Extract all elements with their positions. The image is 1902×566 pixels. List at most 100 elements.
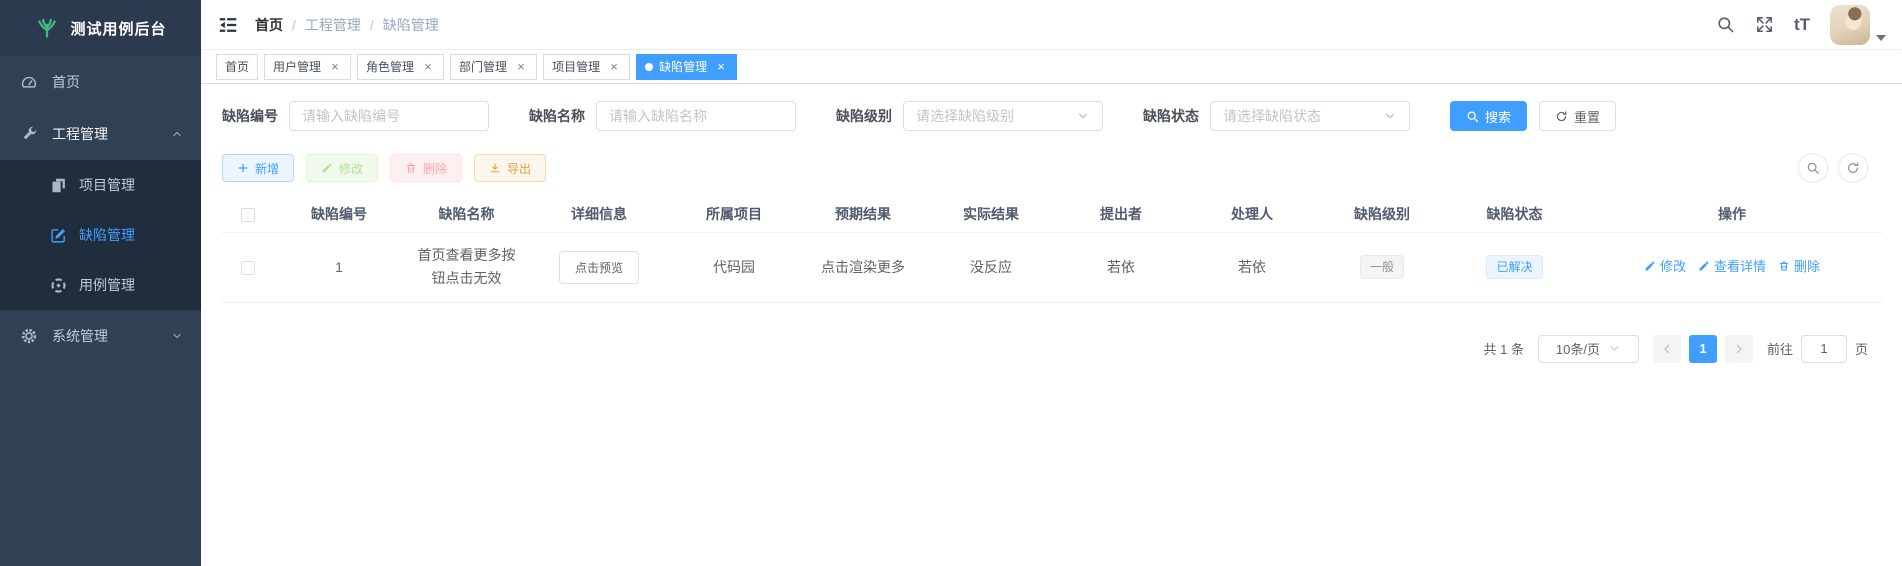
table-header-row: 缺陷编号 缺陷名称 详细信息 所属项目 预期结果 实际结果 提出者 处理人 缺陷… [222,196,1882,233]
page-unit-label: 页 [1854,342,1868,357]
tab-label: 缺陷管理 [659,60,708,74]
tab-label: 角色管理 [366,60,415,74]
sidebar-fold-icon[interactable] [217,14,239,36]
cell-actual: 没反应 [927,232,1055,303]
chevron-right-icon [1736,344,1742,353]
page-number-button[interactable]: 1 [1688,334,1717,363]
column-header: 详细信息 [529,196,669,233]
page-size-select[interactable]: 10条/页 [1537,334,1639,363]
defect-name-text: 首页查看更多按钮点击无效 [417,247,516,286]
sidebar-item-home[interactable]: 首页 [0,56,201,108]
search-icon [1807,162,1819,174]
plant-logo-icon [38,18,57,38]
close-icon[interactable] [421,60,435,74]
next-page-button[interactable] [1724,334,1753,363]
add-button[interactable]: 新增 [222,154,295,182]
refresh-icon [1848,162,1859,173]
sidebar-item-label: 首页 [52,74,80,90]
font-size-icon[interactable]: tT [1794,16,1810,33]
breadcrumb-item-home[interactable]: 首页 [255,15,283,35]
link-label: 删除 [1794,258,1821,274]
close-icon[interactable] [607,60,621,74]
sidebar-item-system[interactable]: 系统管理 [0,310,201,362]
breadcrumb-separator: / [369,16,374,33]
sidebar-item-engineering[interactable]: 工程管理 [0,108,201,160]
delete-button[interactable]: 删除 [390,154,463,182]
column-header: 缺陷级别 [1317,196,1447,233]
tab-dept-mgmt[interactable]: 部门管理 [450,53,538,80]
table-row: 1 首页查看更多按钮点击无效 点击预览 代码园 点击渲染更多 没反应 若依 若依… [222,232,1882,303]
button-label: 导出 [507,161,532,176]
reset-button[interactable]: 重置 [1539,101,1617,131]
navbar-actions: tT [1716,4,1886,45]
app-title: 测试用例后台 [70,20,167,38]
user-menu[interactable] [1830,4,1886,45]
select-all-checkbox[interactable] [241,207,255,222]
tab-project-mgmt[interactable]: 项目管理 [543,53,631,80]
pager: 1 [1652,334,1753,363]
sidebar-item-project[interactable]: 项目管理 [0,160,201,210]
button-label: 搜索 [1485,109,1512,125]
close-icon[interactable] [328,60,342,74]
active-dot [645,62,654,71]
sidebar-item-defect[interactable]: 缺陷管理 [0,210,201,260]
row-checkbox[interactable] [241,260,255,275]
column-header: 缺陷状态 [1447,196,1582,233]
toolbar-right-actions [1798,153,1882,183]
tab-label: 项目管理 [552,60,601,74]
toggle-search-button[interactable] [1798,153,1828,183]
tool-icon [23,126,37,140]
sidebar-item-label: 工程管理 [52,126,108,142]
copy-document-icon [52,178,65,192]
cell-expected: 点击渲染更多 [799,232,927,303]
tab-home[interactable]: 首页 [216,53,259,80]
button-label: 删除 [423,161,448,176]
tab-role-mgmt[interactable]: 角色管理 [357,53,445,80]
chevron-down-icon [1610,346,1619,351]
fullscreen-icon[interactable] [1755,15,1774,34]
edit-button[interactable]: 修改 [306,154,379,182]
row-delete-link[interactable]: 删除 [1778,255,1820,278]
page-content: 缺陷编号 缺陷名称 缺陷级别 请选择缺陷级别 缺陷状态 [201,84,1902,566]
tab-user-mgmt[interactable]: 用户管理 [264,53,352,80]
tags-view-bar: 首页 用户管理 角色管理 部门管理 项目管理 缺陷管理 [201,50,1902,84]
row-view-detail-link[interactable]: 查看详情 [1698,255,1766,278]
sidebar-item-testcase[interactable]: 用例管理 [0,260,201,310]
close-icon[interactable] [514,60,528,74]
column-header: 缺陷编号 [274,196,404,233]
navbar: 首页 / 工程管理 / 缺陷管理 tT [201,0,1902,50]
guide-icon [51,277,66,293]
search-button[interactable]: 搜索 [1450,101,1528,131]
close-icon[interactable] [714,60,728,74]
tab-label: 用户管理 [273,60,322,74]
column-header: 所属项目 [669,196,799,233]
avatar[interactable] [1830,4,1870,45]
column-header: 操作 [1582,196,1882,233]
breadcrumb: 首页 / 工程管理 / 缺陷管理 [255,15,439,35]
preview-button[interactable]: 点击预览 [558,250,639,284]
page-size-value: 10条/页 [1555,342,1600,357]
refresh-table-button[interactable] [1838,153,1868,183]
defect-level-select[interactable]: 请选择缺陷级别 [903,101,1103,131]
button-label: 重置 [1574,109,1601,125]
gear-icon [21,328,37,344]
search-icon[interactable] [1716,15,1735,34]
filter-form: 缺陷编号 缺陷名称 缺陷级别 请选择缺陷级别 缺陷状态 [222,101,1882,131]
row-edit-link[interactable]: 修改 [1644,255,1686,278]
cell-actions: 修改 查看详情 删除 [1582,232,1882,303]
goto-page-input[interactable] [1800,334,1847,363]
pencil-icon [1699,261,1709,271]
defect-name-input[interactable] [596,101,796,131]
logo: 测试用例后台 [0,0,201,56]
export-button[interactable]: 导出 [474,154,547,182]
defect-status-select[interactable]: 请选择缺陷状态 [1210,101,1410,131]
prev-page-button[interactable] [1652,334,1681,363]
cell-project: 代码园 [669,232,799,303]
tab-defect-mgmt[interactable]: 缺陷管理 [636,53,738,80]
main-area: 首页 / 工程管理 / 缺陷管理 tT 首页 用户管理 × 角色管理 × 部门管… [201,0,1902,566]
column-header: 实际结果 [927,196,1055,233]
defect-no-input[interactable] [289,101,489,131]
column-header: 缺陷名称 [404,196,529,233]
filter-defect-name: 缺陷名称 [529,101,796,131]
cell-handler: 若依 [1187,232,1317,303]
